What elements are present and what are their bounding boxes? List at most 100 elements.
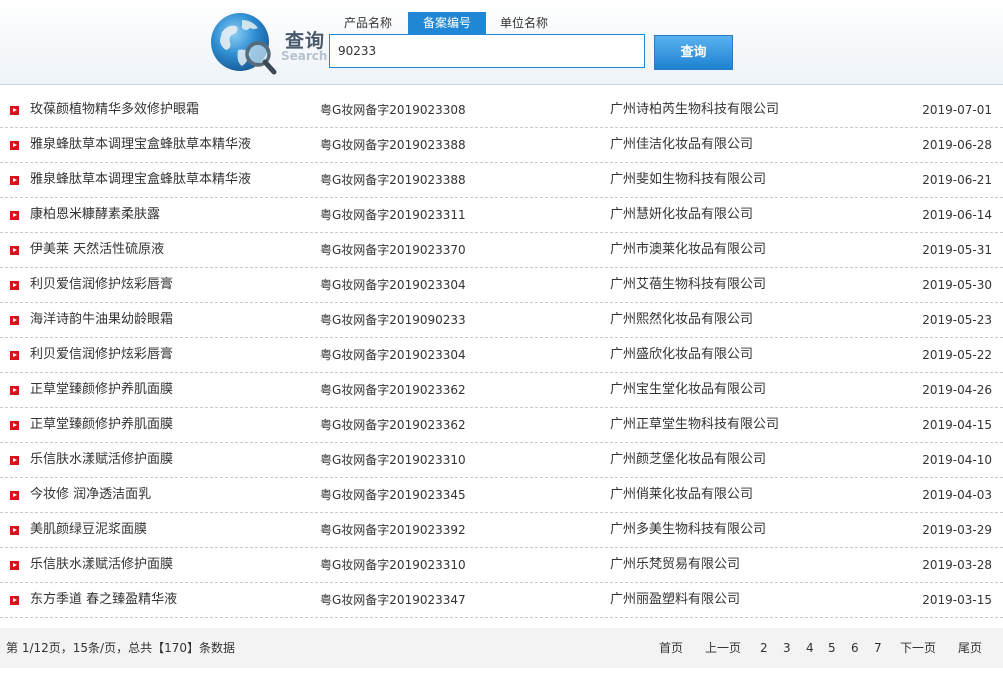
record-date: 2019-05-23	[922, 313, 992, 327]
product-name-link[interactable]: 东方季道 春之臻盈精华液	[30, 583, 177, 617]
product-name-link[interactable]: 美肌颜绿豆泥浆面膜	[30, 513, 147, 547]
record-date: 2019-03-15	[922, 593, 992, 607]
arrow-bullet-icon	[10, 596, 19, 605]
company-name: 广州佳洁化妆品有限公司	[610, 137, 754, 152]
prev-page-link[interactable]: 上一页	[705, 628, 741, 668]
product-name-link[interactable]: 正草堂臻颜修护养肌面膜	[30, 373, 173, 407]
company-name: 广州多美生物科技有限公司	[610, 522, 767, 537]
arrow-bullet-icon	[10, 211, 19, 220]
product-name-link[interactable]: 伊美莱 天然活性硫原液	[30, 233, 164, 267]
record-number: 粤G妆网备字2019090233	[320, 313, 466, 327]
record-date: 2019-04-10	[922, 453, 992, 467]
search-input[interactable]	[329, 34, 645, 68]
record-number: 粤G妆网备字2019023311	[320, 208, 466, 222]
list-item[interactable]: 美肌颜绿豆泥浆面膜 粤G妆网备字2019023392 广州多美生物科技有限公司 201…	[0, 513, 1003, 548]
logo-subtitle: Search	[281, 49, 328, 63]
record-number: 粤G妆网备字2019023304	[320, 348, 466, 362]
record-date: 2019-04-15	[922, 418, 992, 432]
product-name-link[interactable]: 海洋诗韵牛油果幼龄眼霜	[30, 303, 173, 337]
product-name-link[interactable]: 雅泉蜂肽草本调理宝盒蜂肽草本精华液	[30, 128, 251, 162]
list-item[interactable]: 雅泉蜂肽草本调理宝盒蜂肽草本精华液 粤G妆网备字2019023388 广州佳洁化妆品…	[0, 128, 1003, 163]
company-name: 广州斐如生物科技有限公司	[610, 172, 767, 187]
list-item[interactable]: 东方季道 春之臻盈精华液 粤G妆网备字2019023347 广州丽盈塑料有限公司 20…	[0, 583, 1003, 618]
record-number: 粤G妆网备字2019023362	[320, 418, 466, 432]
company-name: 广州市澳莱化妆品有限公司	[610, 242, 767, 257]
search-button[interactable]: 查询	[654, 35, 733, 70]
arrow-bullet-icon	[10, 526, 19, 535]
record-date: 2019-06-21	[922, 173, 992, 187]
product-name-link[interactable]: 利贝爱信润修护炫彩唇膏	[30, 338, 173, 372]
arrow-bullet-icon	[10, 246, 19, 255]
record-date: 2019-05-31	[922, 243, 992, 257]
arrow-bullet-icon	[10, 491, 19, 500]
record-date: 2019-03-29	[922, 523, 992, 537]
product-name-link[interactable]: 利贝爱信润修护炫彩唇膏	[30, 268, 173, 302]
record-date: 2019-05-30	[922, 278, 992, 292]
product-name-link[interactable]: 雅泉蜂肽草本调理宝盒蜂肽草本精华液	[30, 163, 251, 197]
list-item[interactable]: 伊美莱 天然活性硫原液 粤G妆网备字2019023370 广州市澳莱化妆品有限公司 2…	[0, 233, 1003, 268]
product-name-link[interactable]: 玫葆颜植物精华多效修护眼霜	[30, 93, 199, 127]
list-item[interactable]: 正草堂臻颜修护养肌面膜 粤G妆网备字2019023362 广州正草堂生物科技有限公司…	[0, 408, 1003, 443]
arrow-bullet-icon	[10, 421, 19, 430]
last-page-link[interactable]: 尾页	[958, 628, 982, 668]
arrow-bullet-icon	[10, 561, 19, 570]
page-link-6[interactable]: 6	[851, 628, 859, 668]
record-date: 2019-06-14	[922, 208, 992, 222]
company-name: 广州宝生堂化妆品有限公司	[610, 382, 767, 397]
record-number: 粤G妆网备字2019023388	[320, 173, 466, 187]
record-date: 2019-03-28	[922, 558, 992, 572]
record-number: 粤G妆网备字2019023362	[320, 383, 466, 397]
record-number: 粤G妆网备字2019023370	[320, 243, 466, 257]
list-item[interactable]: 康柏恩米糠酵素柔肤露 粤G妆网备字2019023311 广州慧妍化妆品有限公司 201…	[0, 198, 1003, 233]
company-name: 广州艾蓓生物科技有限公司	[610, 277, 767, 292]
company-name: 广州诗柏芮生物科技有限公司	[610, 102, 780, 117]
product-name-link[interactable]: 正草堂臻颜修护养肌面膜	[30, 408, 173, 442]
company-name: 广州盛欣化妆品有限公司	[610, 347, 754, 362]
list-item[interactable]: 利贝爱信润修护炫彩唇膏 粤G妆网备字2019023304 广州盛欣化妆品有限公司 20…	[0, 338, 1003, 373]
product-name-link[interactable]: 今妆修 润净透洁面乳	[30, 478, 151, 512]
page-link-7[interactable]: 7	[874, 628, 882, 668]
company-name: 广州正草堂生物科技有限公司	[610, 417, 780, 432]
list-item[interactable]: 乐信肤水漾赋活修护面膜 粤G妆网备字2019023310 广州乐梵贸易有限公司 201…	[0, 548, 1003, 583]
company-name: 广州丽盈塑料有限公司	[610, 592, 741, 607]
record-number: 粤G妆网备字2019023347	[320, 593, 466, 607]
tab-product-name[interactable]: 产品名称	[332, 12, 404, 34]
product-name-link[interactable]: 乐信肤水漾赋活修护面膜	[30, 548, 173, 582]
company-name: 广州俏莱化妆品有限公司	[610, 487, 754, 502]
next-page-link[interactable]: 下一页	[900, 628, 936, 668]
page-link-4[interactable]: 4	[806, 628, 814, 668]
pagination-bar: 第 1/12页，15条/页，总共【170】条数据 首页 上一页 2 3 4 5 …	[0, 628, 1003, 668]
first-page-link[interactable]: 首页	[659, 628, 683, 668]
product-name-link[interactable]: 乐信肤水漾赋活修护面膜	[30, 443, 173, 477]
record-number: 粤G妆网备字2019023310	[320, 558, 466, 572]
arrow-bullet-icon	[10, 456, 19, 465]
list-item[interactable]: 雅泉蜂肽草本调理宝盒蜂肽草本精华液 粤G妆网备字2019023388 广州斐如生物科…	[0, 163, 1003, 198]
record-number: 粤G妆网备字2019023308	[320, 103, 466, 117]
record-number: 粤G妆网备字2019023388	[320, 138, 466, 152]
arrow-bullet-icon	[10, 351, 19, 360]
record-date: 2019-07-01	[922, 103, 992, 117]
company-name: 广州熙然化妆品有限公司	[610, 312, 754, 327]
record-number: 粤G妆网备字2019023392	[320, 523, 466, 537]
product-name-link[interactable]: 康柏恩米糠酵素柔肤露	[30, 198, 160, 232]
arrow-bullet-icon	[10, 176, 19, 185]
list-item[interactable]: 今妆修 润净透洁面乳 粤G妆网备字2019023345 广州俏莱化妆品有限公司 201…	[0, 478, 1003, 513]
list-item[interactable]: 海洋诗韵牛油果幼龄眼霜 粤G妆网备字2019090233 广州熙然化妆品有限公司 20…	[0, 303, 1003, 338]
list-item[interactable]: 玫葆颜植物精华多效修护眼霜 粤G妆网备字2019023308 广州诗柏芮生物科技有限…	[0, 93, 1003, 128]
company-name: 广州慧妍化妆品有限公司	[610, 207, 754, 222]
globe-search-icon	[211, 13, 277, 75]
tab-company-name[interactable]: 单位名称	[488, 12, 560, 34]
list-item[interactable]: 利贝爱信润修护炫彩唇膏 粤G妆网备字2019023304 广州艾蓓生物科技有限公司 2…	[0, 268, 1003, 303]
list-item[interactable]: 正草堂臻颜修护养肌面膜 粤G妆网备字2019023362 广州宝生堂化妆品有限公司 2…	[0, 373, 1003, 408]
page-link-5[interactable]: 5	[828, 628, 836, 668]
page-link-3[interactable]: 3	[783, 628, 791, 668]
arrow-bullet-icon	[10, 141, 19, 150]
arrow-bullet-icon	[10, 316, 19, 325]
arrow-bullet-icon	[10, 106, 19, 115]
tab-record-number[interactable]: 备案编号	[408, 12, 486, 34]
list-item[interactable]: 乐信肤水漾赋活修护面膜 粤G妆网备字2019023310 广州颜芝堡化妆品有限公司 2…	[0, 443, 1003, 478]
results-list: 玫葆颜植物精华多效修护眼霜 粤G妆网备字2019023308 广州诗柏芮生物科技有限…	[0, 93, 1003, 618]
page-link-2[interactable]: 2	[760, 628, 768, 668]
search-header: 查询 Search 产品名称 备案编号 单位名称 查询	[0, 0, 1003, 85]
record-number: 粤G妆网备字2019023345	[320, 488, 466, 502]
